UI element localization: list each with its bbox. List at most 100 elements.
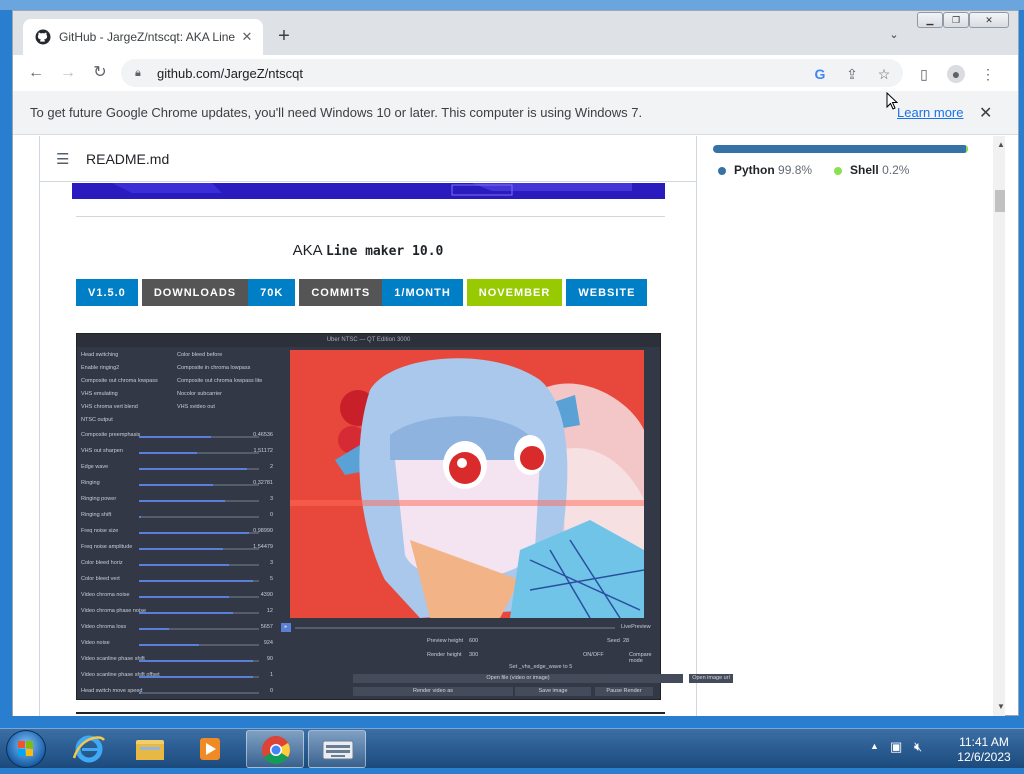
reload-icon[interactable]: ↻ [89, 63, 111, 83]
taskbar-ie[interactable] [60, 730, 118, 768]
side-panel-icon[interactable]: ▯ [915, 65, 933, 83]
slider-track [139, 548, 259, 550]
slider-fill [139, 452, 197, 454]
readme-panel: ☰ README.md AKA Line maker 10.0 V1.5.0 DO… [39, 136, 733, 716]
checkbox-option: Composite out chroma lowpass lite [177, 378, 263, 384]
browser-tab[interactable]: GitHub - JargeZ/ntscqt: AKA Line ✕ [23, 19, 263, 55]
anime-character-art [290, 350, 644, 618]
close-window-button[interactable]: ✕ [969, 12, 1009, 28]
learn-more-link[interactable]: Learn more [897, 105, 963, 120]
badge-4[interactable]: WEBSITE [566, 279, 648, 306]
readme-banner-image [72, 183, 665, 199]
bookmark-star-icon[interactable]: ☆ [875, 65, 893, 83]
start-button[interactable] [6, 730, 46, 768]
forward-icon[interactable]: → [57, 63, 79, 83]
close-tab-icon[interactable]: ✕ [239, 29, 255, 45]
back-icon[interactable]: ← [25, 63, 47, 83]
github-icon [35, 29, 51, 45]
checkbox-option: NTSC output [81, 417, 113, 423]
minimize-button[interactable]: ▁ [917, 12, 943, 28]
slider-label: Ringing power [81, 496, 117, 502]
slider-label: Head switch move speed [81, 688, 143, 694]
slider-label: Freq noise size [81, 528, 119, 534]
slider-fill [139, 500, 225, 502]
slider-value: 0 [269, 512, 273, 518]
slider-fill [139, 580, 253, 582]
badge-1[interactable]: DOWNLOADS 70K [141, 279, 296, 306]
page-content: ☰ README.md AKA Line maker 10.0 V1.5.0 DO… [13, 136, 1005, 716]
slider-track [139, 580, 259, 582]
taskbar-explorer[interactable] [120, 730, 178, 768]
network-icon[interactable]: ▣ [890, 739, 902, 755]
taskbar-keyboard-app[interactable] [308, 730, 366, 768]
slider-label: Composite preemphasis [81, 432, 141, 438]
badge-label: NOVEMBER [466, 279, 563, 306]
badge-2[interactable]: COMMITS 1/MONTH [299, 279, 463, 306]
slider-label: Video noise [81, 640, 110, 646]
slider-track [139, 692, 259, 694]
slider-value: 3 [269, 496, 273, 502]
slider-label: Ringing shift [81, 512, 112, 518]
page-scrollbar[interactable]: ▲ ▼ [993, 136, 1005, 716]
readme-header: ☰ README.md [40, 136, 696, 182]
sidebar-languages: Python 99.8% Shell 0.2% [713, 136, 993, 716]
clock[interactable]: 11:41 AM 12/6/2023 [952, 735, 1016, 765]
scroll-thumb[interactable] [995, 190, 1005, 212]
banner-art [72, 183, 665, 199]
clock-date: 12/6/2023 [957, 750, 1011, 764]
maximize-button[interactable]: ❐ [943, 12, 969, 28]
language-item[interactable]: Shell 0.2% [834, 163, 909, 177]
checkbox-option: Composite in chroma lowpass [177, 365, 251, 371]
lock-icon[interactable]: 🔒︎ [135, 67, 147, 80]
keyboard-icon [322, 740, 354, 760]
slider-track [139, 484, 259, 486]
new-tab-button[interactable]: + [273, 26, 295, 48]
language-bar-shell [966, 145, 968, 153]
slider-row: Freq noise size 0.98990 [81, 528, 277, 538]
badge-0[interactable]: V1.5.0 [76, 279, 138, 306]
slider-row: Video scanline phase shift offset 1 [81, 672, 277, 682]
address-bar[interactable]: 🔒︎ github.com/JargeZ/ntscqt [121, 59, 903, 87]
taskbar-media-player[interactable] [180, 730, 238, 768]
slider-row: Head switch move speed 0 [81, 688, 277, 698]
show-hidden-icons[interactable]: ▲ [870, 741, 879, 751]
desktop-top-edge [0, 0, 1024, 10]
tab-search-icon[interactable]: ⌄ [885, 28, 903, 46]
badge-3[interactable]: NOVEMBER [466, 279, 563, 306]
slider-label: Freq noise amplitude [81, 544, 133, 550]
slider-label: Video chroma phase noise [81, 608, 147, 614]
app-screenshot: Uber NTSC — QT Edition 3000 Head switchi… [76, 333, 733, 700]
slider-row: Ringing shift 0 [81, 512, 277, 522]
slider-label: Video scanline phase shift [81, 656, 145, 662]
close-infobar-icon[interactable]: ✕ [979, 103, 992, 123]
outline-list-icon[interactable]: ☰ [56, 150, 72, 168]
slider-fill [139, 628, 169, 630]
slider-label: Video chroma loss [81, 624, 127, 630]
checkbox-option: Nocolor subcarrier [177, 391, 222, 397]
system-tray: ▲ ▣ 🔇︎ 11:41 AM 12/6/2023 [866, 735, 1016, 765]
slider-row: Video noise 924 [81, 640, 277, 650]
share-icon[interactable]: ⇪ [843, 65, 861, 83]
preview-height-label: Preview height [427, 638, 464, 644]
folder-icon [136, 740, 164, 760]
slider-value: 12 [266, 608, 273, 614]
scroll-up-icon[interactable]: ▲ [997, 140, 1005, 149]
windows-logo-icon [18, 741, 33, 756]
scroll-down-icon[interactable]: ▼ [997, 702, 1005, 711]
slider-value: 3 [269, 560, 273, 566]
slider-fill [139, 468, 247, 470]
slider-row: Ringing power 3 [81, 496, 277, 506]
slider-fill [139, 596, 229, 598]
slider-track [139, 436, 259, 438]
volume-muted-icon[interactable]: 🔇︎ [914, 739, 922, 755]
toolbar: ← → ↻ 🔒︎ github.com/JargeZ/ntscqt G ⇪ ☆ … [13, 55, 1018, 91]
profile-avatar-icon[interactable]: ● [947, 65, 965, 83]
language-item[interactable]: Python 99.8% [718, 163, 812, 177]
play-icon: ▸ [281, 623, 291, 632]
slider-value: 0.32781 [253, 480, 273, 486]
bottom-divider [76, 712, 665, 714]
menu-kebab-icon[interactable]: ⋮ [979, 65, 997, 83]
slider-row: VHS out sharpen 1.51172 [81, 448, 277, 458]
taskbar-chrome[interactable] [246, 730, 304, 768]
google-translate-icon[interactable]: G [811, 65, 829, 83]
